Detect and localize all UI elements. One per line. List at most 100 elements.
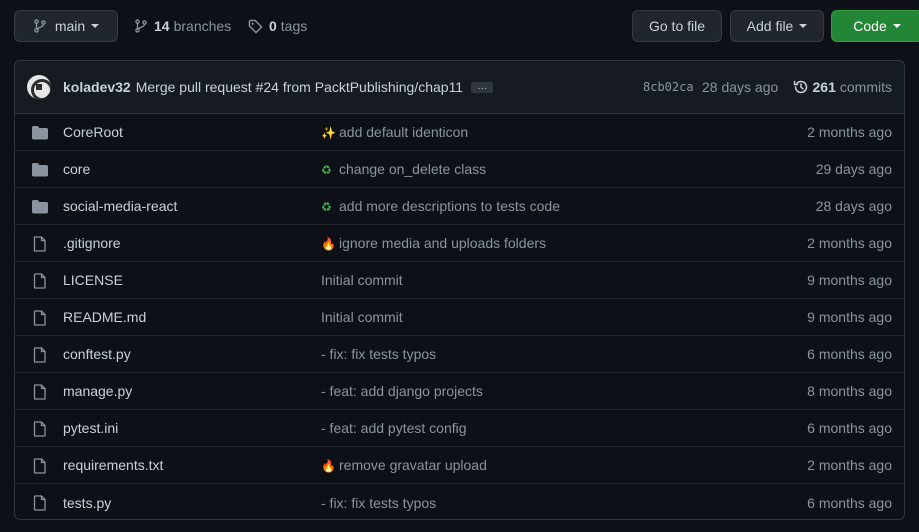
file-commit-date: 2 months ago — [807, 124, 892, 140]
file-commit-message[interactable]: Initial commit — [321, 309, 403, 325]
file-name[interactable]: README.md — [63, 309, 146, 325]
commit-message-text: - fix: fix tests typos — [321, 494, 437, 511]
file-commit-date: 8 months ago — [807, 383, 892, 399]
chevron-down-icon — [799, 24, 808, 28]
file-name[interactable]: manage.py — [63, 383, 132, 399]
file-list: CoreRoot ✨ add default identicon 2 months… — [15, 114, 904, 519]
file-commit-date: 6 months ago — [807, 346, 892, 362]
file-row[interactable]: .gitignore 🔥 ignore media and uploads fol… — [15, 225, 904, 262]
file-row[interactable]: core ♻ change on_delete class 29 days ago — [15, 151, 904, 188]
code-label: Code — [853, 18, 887, 34]
file-row[interactable]: manage.py - feat: add django projects 8 … — [15, 373, 904, 410]
branch-icon — [135, 19, 147, 33]
go-to-file-button[interactable]: Go to file — [632, 10, 722, 42]
file-icon — [31, 347, 49, 363]
file-name[interactable]: CoreRoot — [63, 124, 123, 140]
file-icon — [31, 495, 49, 511]
file-commit-message[interactable]: - feat: add django projects — [321, 383, 483, 399]
file-row[interactable]: README.md Initial commit 9 months ago — [15, 299, 904, 336]
commits-history-link[interactable]: 261 commits — [793, 79, 892, 95]
commit-author[interactable]: koladev32 — [63, 79, 131, 95]
tag-icon — [248, 19, 263, 33]
branches-count: 14 — [154, 18, 170, 34]
commit-emoji: ✨ — [321, 126, 336, 140]
file-commit-message[interactable]: 🔥 ignore media and uploads folders — [321, 235, 546, 251]
commit-message-text: add more descriptions to tests code — [339, 198, 561, 214]
file-commit-date: 6 months ago — [807, 494, 892, 511]
file-commit-message[interactable]: Initial commit — [321, 272, 403, 288]
file-commit-message[interactable]: ♻ add more descriptions to tests code — [321, 198, 560, 214]
file-icon — [31, 236, 49, 252]
file-name[interactable]: pytest.ini — [63, 420, 118, 436]
go-to-file-label: Go to file — [648, 18, 706, 34]
file-commit-message[interactable]: - fix: fix tests typos — [321, 346, 436, 362]
commit-message-end: from PacktPublishing/chap11 — [282, 79, 464, 95]
pull-request-link[interactable]: #24 — [256, 79, 279, 95]
commit-message[interactable]: Merge pull request #24 from PacktPublish… — [136, 79, 463, 95]
folder-icon — [31, 125, 49, 141]
file-commit-date: 6 months ago — [807, 420, 892, 436]
latest-commit-bar: koladev32 Merge pull request #24 from Pa… — [15, 61, 904, 114]
branches-link[interactable]: 14 branches — [134, 10, 231, 42]
branches-label: branches — [173, 18, 232, 34]
commit-time: 28 days ago — [702, 79, 779, 95]
commit-emoji: ♻ — [321, 163, 332, 177]
file-icon — [31, 421, 49, 437]
file-row[interactable]: CoreRoot ✨ add default identicon 2 months… — [15, 114, 904, 151]
commit-message-text: add default identicon — [339, 124, 469, 140]
file-commit-message[interactable]: 🔥 remove gravatar upload — [321, 457, 487, 473]
file-commit-date: 29 days ago — [815, 161, 892, 177]
commit-emoji: 🔥 — [321, 237, 336, 251]
file-commit-date: 2 months ago — [807, 235, 892, 251]
file-browser: koladev32 Merge pull request #24 from Pa… — [14, 60, 905, 520]
file-commit-message[interactable]: - fix: fix tests typos — [321, 495, 436, 511]
tags-label: tags — [280, 18, 308, 34]
file-commit-date: 2 months ago — [807, 457, 892, 473]
tags-link[interactable]: 0 tags — [248, 10, 307, 42]
file-commit-date: 9 months ago — [807, 272, 892, 288]
file-name[interactable]: .gitignore — [63, 235, 121, 251]
file-row[interactable]: LICENSE Initial commit 9 months ago — [15, 262, 904, 299]
file-commit-date: 9 months ago — [807, 309, 892, 325]
tags-count: 0 — [269, 18, 277, 34]
folder-icon — [31, 199, 49, 215]
commit-message-text: change on_delete class — [339, 161, 487, 177]
commit-message-text: Initial commit — [321, 272, 403, 288]
commit-message-text: Initial commit — [321, 309, 403, 325]
branch-name: main — [54, 18, 86, 34]
file-icon — [31, 310, 49, 326]
branch-icon — [34, 19, 46, 33]
file-name[interactable]: conftest.py — [63, 346, 131, 362]
expand-commit-button[interactable]: … — [471, 81, 494, 93]
file-row[interactable]: conftest.py - fix: fix tests typos 6 mon… — [15, 336, 904, 373]
commit-emoji: ♻ — [321, 200, 332, 214]
code-button[interactable]: Code — [831, 10, 919, 42]
add-file-button[interactable]: Add file — [730, 10, 824, 42]
file-commit-date: 28 days ago — [815, 198, 892, 214]
folder-icon — [31, 162, 49, 178]
file-name[interactable]: requirements.txt — [63, 457, 163, 473]
file-row[interactable]: social-media-react ♻ add more description… — [15, 188, 904, 225]
file-row[interactable]: tests.py - fix: fix tests typos 6 months… — [15, 484, 904, 519]
file-name[interactable]: core — [63, 161, 90, 177]
file-name[interactable]: social-media-react — [63, 198, 177, 214]
commit-message-start: Merge pull request — [135, 79, 252, 95]
file-name[interactable]: tests.py — [63, 495, 111, 511]
file-row[interactable]: pytest.ini - feat: add pytest config 6 m… — [15, 410, 904, 447]
repo-toolbar: main 14 branches 0 tags Go to file Add f… — [14, 10, 919, 42]
history-icon — [793, 80, 807, 94]
commit-message-text: remove gravatar upload — [339, 457, 487, 473]
commit-message-text: ignore media and uploads folders — [339, 235, 547, 251]
commit-message-text: - feat: add pytest config — [321, 420, 467, 436]
file-row[interactable]: requirements.txt 🔥 remove gravatar upload… — [15, 447, 904, 484]
file-commit-message[interactable]: - feat: add pytest config — [321, 420, 467, 436]
file-icon — [31, 458, 49, 474]
avatar[interactable] — [27, 75, 51, 99]
file-commit-message[interactable]: ✨ add default identicon — [321, 124, 468, 140]
file-name[interactable]: LICENSE — [63, 272, 123, 288]
file-icon — [31, 384, 49, 400]
file-commit-message[interactable]: ♻ change on_delete class — [321, 161, 486, 177]
commits-count: 261 — [812, 79, 836, 95]
branch-select-button[interactable]: main — [14, 10, 118, 42]
commit-sha[interactable]: 8cb02ca — [643, 80, 694, 94]
